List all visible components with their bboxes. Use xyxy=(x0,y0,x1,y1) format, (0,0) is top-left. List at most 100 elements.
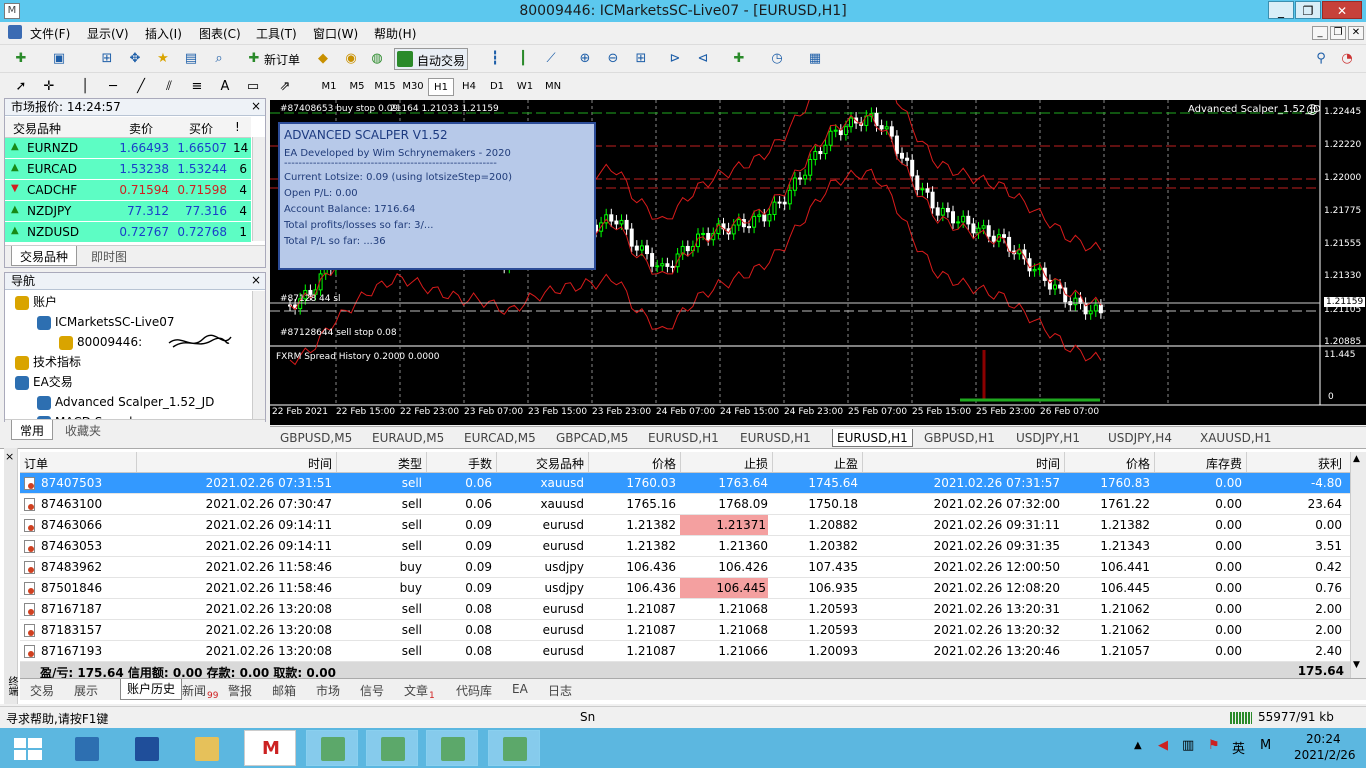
start-icon[interactable] xyxy=(14,738,42,760)
terminal-tab[interactable]: 交易 xyxy=(30,682,54,699)
taskbar-m-icon[interactable]: M xyxy=(244,730,296,766)
trendline-icon[interactable]: ╱ xyxy=(130,77,152,97)
col-spread[interactable]: ! xyxy=(235,120,240,134)
terminal-tab[interactable]: 市场 xyxy=(316,682,340,699)
chart-tab[interactable]: XAUUSD,H1 xyxy=(1200,429,1271,447)
chart-tab[interactable]: EURCAD,M5 xyxy=(464,429,536,447)
menu-help[interactable]: 帮助(H) xyxy=(374,25,416,42)
terminal-col-header[interactable]: 止盈 xyxy=(772,455,858,472)
menu-file[interactable]: 文件(F) xyxy=(30,25,70,42)
history-row[interactable]: 87501846 2021.02.26 11:58:46 buy 0.09 usdjpy… xyxy=(20,578,1350,599)
vps-icon[interactable]: ◍ xyxy=(366,49,388,69)
timeframe-h1[interactable]: H1 xyxy=(428,78,454,96)
col-ask[interactable]: 买价 xyxy=(189,120,213,137)
templates-icon[interactable]: ▦ xyxy=(804,49,826,69)
text-icon[interactable]: A xyxy=(214,77,236,97)
column-divider[interactable] xyxy=(862,452,863,472)
nav-item[interactable]: 技术指标 xyxy=(15,353,81,371)
terminal-tab[interactable]: EA xyxy=(512,682,528,696)
timeframe-w1[interactable]: W1 xyxy=(512,78,538,96)
chart-tab[interactable]: USDJPY,H1 xyxy=(1016,429,1080,447)
market-row[interactable]: ▼ CADCHF 0.71594 0.71598 4 xyxy=(5,180,251,201)
terminal-col-header[interactable]: 止损 xyxy=(680,455,768,472)
navigator-icon[interactable]: ★ xyxy=(152,49,174,69)
terminal-col-header[interactable]: 价格 xyxy=(1064,455,1150,472)
mdi-close-button[interactable]: ✕ xyxy=(1348,26,1364,40)
server-manager-icon[interactable] xyxy=(60,730,112,766)
minimize-button[interactable]: _ xyxy=(1268,1,1294,19)
tray-m-icon[interactable]: M xyxy=(1260,738,1271,753)
column-divider[interactable] xyxy=(772,452,773,472)
terminal-icon[interactable]: ▤ xyxy=(180,49,202,69)
menu-charts[interactable]: 图表(C) xyxy=(199,25,241,42)
terminal-col-header[interactable]: 交易品种 xyxy=(496,455,584,472)
tray-volume-icon[interactable]: ◀ xyxy=(1158,738,1168,753)
text-label-icon[interactable]: ▭ xyxy=(242,77,264,97)
mt4-instance-4-icon[interactable] xyxy=(488,730,540,766)
terminal-tab[interactable]: 日志 xyxy=(548,682,572,699)
chart-tab[interactable]: EURAUD,M5 xyxy=(372,429,444,447)
nav-item[interactable]: Advanced Scalper_1.52_JD xyxy=(37,393,214,411)
history-row[interactable]: 87463066 2021.02.26 09:14:11 sell 0.09 eurus… xyxy=(20,515,1350,536)
market-watch-scrollbar[interactable] xyxy=(252,137,265,241)
nav-item[interactable]: 账户 xyxy=(15,293,57,311)
terminal-tab[interactable]: 代码库 xyxy=(456,682,492,699)
data-window-icon[interactable]: ✥ xyxy=(124,49,146,69)
mt4-instance-1-icon[interactable] xyxy=(306,730,358,766)
vertical-line-icon[interactable]: │ xyxy=(74,77,96,97)
channel-icon[interactable]: ⫽ xyxy=(158,77,180,97)
powershell-icon[interactable] xyxy=(120,730,172,766)
mdi-minimize-button[interactable]: _ xyxy=(1312,26,1328,40)
menu-insert[interactable]: 插入(I) xyxy=(145,25,182,42)
tab-symbols[interactable]: 交易品种 xyxy=(11,246,78,266)
history-row[interactable]: 87463100 2021.02.26 07:30:47 sell 0.06 xauus… xyxy=(20,494,1350,515)
crosshair-icon[interactable]: ✛ xyxy=(38,77,60,97)
bar-chart-icon[interactable]: ┇ xyxy=(484,49,506,69)
line-chart-icon[interactable]: ⟋ xyxy=(540,49,562,69)
terminal-tab[interactable]: 邮箱 xyxy=(272,682,296,699)
timeframe-m1[interactable]: M1 xyxy=(316,78,342,96)
market-row[interactable]: ▲ NZDJPY 77.312 77.316 4 xyxy=(5,201,251,222)
terminal-tab[interactable]: 展示 xyxy=(74,682,98,699)
tray-arrow-icon[interactable]: ▲ xyxy=(1134,740,1142,751)
timeframe-m5[interactable]: M5 xyxy=(344,78,370,96)
history-row[interactable]: 87167187 2021.02.26 13:20:08 sell 0.08 eurus… xyxy=(20,599,1350,620)
column-divider[interactable] xyxy=(1064,452,1065,472)
history-row[interactable]: 87407503 2021.02.26 07:31:51 sell 0.06 xauus… xyxy=(20,473,1350,494)
market-row[interactable]: ▲ EURNZD 1.66493 1.66507 14 xyxy=(5,138,251,159)
signals-icon[interactable]: ◉ xyxy=(340,49,362,69)
terminal-tab[interactable]: 新闻99 xyxy=(182,682,218,701)
clock-time[interactable]: 20:24 xyxy=(1306,732,1341,746)
chart-tab[interactable]: EURUSD,H1 xyxy=(740,429,811,447)
search-icon[interactable]: ⚲ xyxy=(1310,49,1332,69)
column-divider[interactable] xyxy=(136,452,137,472)
column-divider[interactable] xyxy=(336,452,337,472)
terminal-col-header[interactable]: 时间 xyxy=(862,455,1060,472)
tab-favorites[interactable]: 收藏夹 xyxy=(57,420,109,440)
market-row[interactable]: ▲ EURCAD 1.53238 1.53244 6 xyxy=(5,159,251,180)
terminal-tab[interactable]: 账户历史 xyxy=(120,679,183,700)
periods-icon[interactable]: ◷ xyxy=(766,49,788,69)
nav-item[interactable]: 80009446: xyxy=(59,333,142,351)
col-symbol[interactable]: 交易品种 xyxy=(13,120,61,137)
zoom-in-icon[interactable]: ⊕ xyxy=(574,49,596,69)
navigator-close-icon[interactable]: × xyxy=(251,273,261,287)
mt4-instance-3-icon[interactable] xyxy=(426,730,478,766)
market-row[interactable]: ▲ NZDUSD 0.72767 0.72768 1 xyxy=(5,222,251,243)
column-divider[interactable] xyxy=(680,452,681,472)
terminal-col-header[interactable]: 手数 xyxy=(426,455,492,472)
terminal-tab[interactable]: 信号 xyxy=(360,682,384,699)
horizontal-line-icon[interactable]: ─ xyxy=(102,77,124,97)
terminal-col-header[interactable]: 时间 xyxy=(136,455,332,472)
restore-button[interactable]: ❐ xyxy=(1295,1,1321,19)
autoscroll-icon[interactable]: ⊲ xyxy=(692,49,714,69)
terminal-col-header[interactable]: 类型 xyxy=(336,455,422,472)
tile-windows-icon[interactable]: ⊞ xyxy=(630,49,652,69)
notifications-icon[interactable]: ◔ xyxy=(1336,49,1358,69)
navigator-scrollbar[interactable] xyxy=(252,291,265,419)
terminal-tab[interactable]: 警报 xyxy=(228,682,252,699)
chart-tab[interactable]: GBPUSD,M5 xyxy=(280,429,352,447)
chart-tab[interactable]: USDJPY,H4 xyxy=(1108,429,1172,447)
shapes-icon[interactable]: ⇗ xyxy=(274,77,296,97)
explorer-icon[interactable] xyxy=(180,730,232,766)
